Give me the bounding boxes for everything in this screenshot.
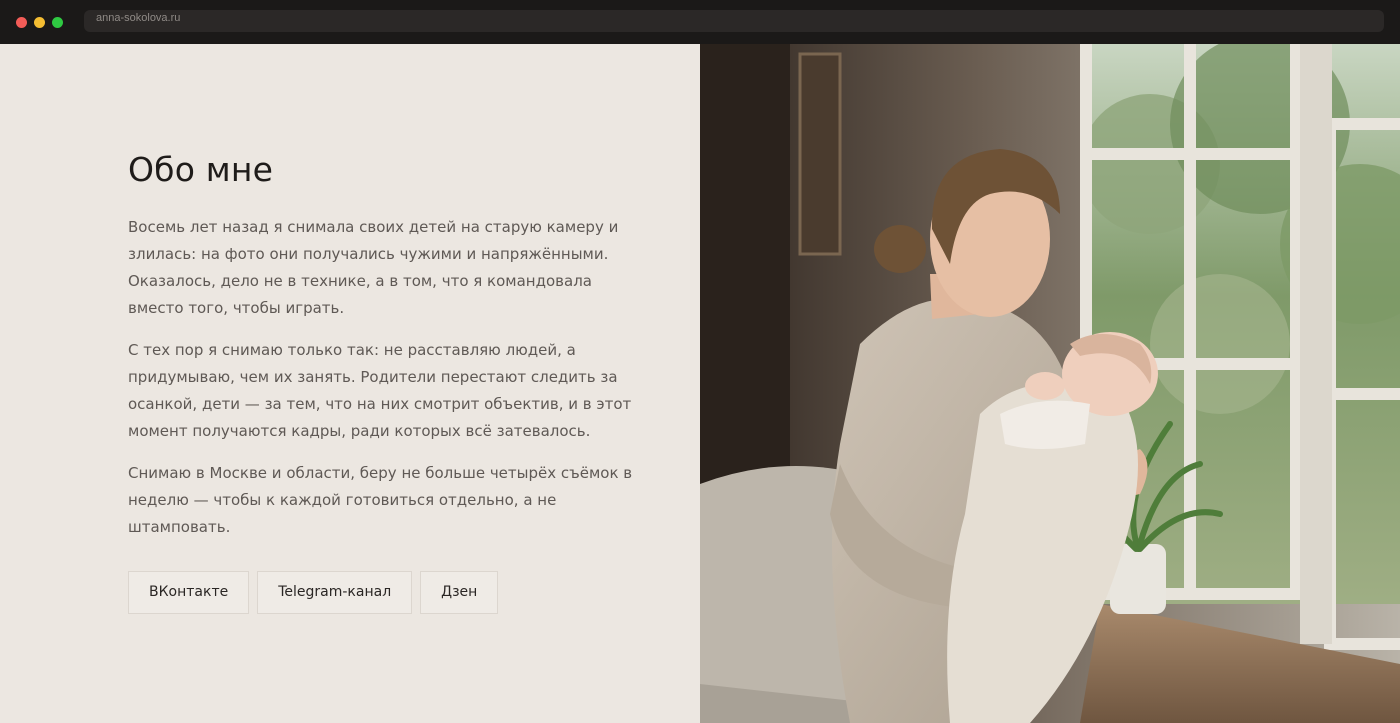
minimize-window-icon[interactable] xyxy=(34,17,45,28)
browser-chrome: anna-sokolova.ru xyxy=(0,0,1400,44)
about-paragraph-2: С тех пор я снимаю только так: не расста… xyxy=(128,341,632,440)
about-paragraph-3: Снимаю в Москве и области, беру не больш… xyxy=(128,464,633,536)
close-window-icon[interactable] xyxy=(16,17,27,28)
address-bar[interactable]: anna-sokolova.ru xyxy=(84,10,1384,32)
maximize-window-icon[interactable] xyxy=(52,17,63,28)
page-title: Обо мне xyxy=(128,150,274,189)
mother-with-baby-photo xyxy=(700,44,1400,723)
social-links: ВКонтакте Telegram-канал Дзен xyxy=(128,571,648,614)
portrait-photo xyxy=(700,44,1400,723)
about-text-panel: Обо мне Восемь лет назад я снимала своих… xyxy=(0,44,700,723)
about-content: Обо мне Восемь лет назад я снимала своих… xyxy=(128,150,648,614)
telegram-link-button[interactable]: Telegram-канал xyxy=(257,571,413,614)
vk-link-button[interactable]: ВКонтакте xyxy=(128,571,250,614)
dzen-link-button[interactable]: Дзен xyxy=(420,571,499,614)
about-paragraph-1: Восемь лет назад я снимала своих детей н… xyxy=(128,218,619,317)
about-section: Обо мне Восемь лет назад я снимала своих… xyxy=(0,44,1400,723)
